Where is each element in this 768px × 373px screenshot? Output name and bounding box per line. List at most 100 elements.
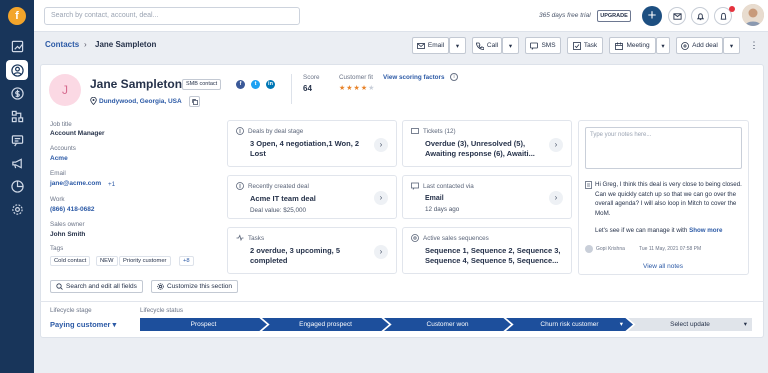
facebook-icon[interactable]: f — [236, 80, 245, 89]
work-phone-link[interactable]: (866) 418-0682 — [50, 206, 94, 213]
deals-icon — [236, 127, 244, 135]
sequence-icon — [411, 234, 419, 242]
sms-button[interactable]: SMS — [525, 37, 561, 54]
stage-churn-risk-customer[interactable]: Churn risk customer ▾ — [506, 318, 633, 331]
email-dropdown[interactable]: ▾ — [449, 37, 466, 54]
campaigns-icon[interactable] — [6, 153, 28, 173]
email-link[interactable]: jane@acme.com — [50, 180, 101, 187]
account-link[interactable]: Acme — [50, 155, 68, 162]
lifecycle-stage-value: Paying customer — [50, 320, 111, 329]
tag: NEW — [96, 256, 118, 266]
mail-icon[interactable] — [668, 7, 686, 25]
dashboard-icon[interactable] — [6, 36, 28, 56]
call-dropdown[interactable]: ▾ — [502, 37, 519, 54]
chevron-right-icon[interactable]: › — [549, 191, 563, 205]
email-button[interactable]: Email — [412, 37, 449, 54]
location-pin-icon — [90, 97, 97, 105]
phone-icon — [475, 42, 484, 50]
last-contacted-tile[interactable]: Last contacted via Email 12 days ago › — [402, 175, 572, 219]
conversations-icon[interactable] — [6, 130, 28, 150]
copy-icon[interactable] — [189, 96, 200, 107]
customize-section-button[interactable]: Customize this section — [151, 280, 239, 293]
tasks-tile[interactable]: Tasks 2 overdue, 3 upcoming, 5 completed… — [227, 227, 397, 274]
reports-icon[interactable] — [6, 176, 28, 196]
search-icon — [56, 283, 63, 290]
customer-fit-label: Customer fit — [339, 74, 373, 81]
sequences-tile[interactable]: Active sales sequences Sequence 1, Seque… — [402, 227, 572, 274]
tickets-tile[interactable]: Tickets (12) Overdue (3), Unresolved (5)… — [402, 120, 572, 167]
deal-icon — [681, 41, 690, 50]
breadcrumb-contacts-link[interactable]: Contacts — [45, 40, 79, 49]
add-deal-button[interactable]: Add deal — [676, 37, 723, 54]
chevron-right-icon[interactable]: › — [374, 138, 388, 152]
sequences-tile-label: Active sales sequences — [423, 235, 489, 242]
chevron-right-icon[interactable]: › — [549, 138, 563, 152]
meeting-button[interactable]: Meeting — [609, 37, 656, 54]
more-emails-link[interactable]: +1 — [108, 181, 115, 188]
ticket-icon — [411, 128, 419, 134]
stage-select-update[interactable]: Select update ▾ — [628, 318, 752, 331]
trial-text: 365 days free trial — [539, 12, 591, 19]
add-new-button[interactable]: + — [642, 6, 662, 26]
app-logo[interactable]: f — [8, 7, 26, 25]
contact-name: Jane Sampleton — [90, 77, 183, 91]
deals-tile-value: 3 Open, 4 negotiation,1 Won, 2 Lost — [250, 139, 360, 158]
chevron-right-icon[interactable]: › — [374, 245, 388, 259]
note-icon — [585, 181, 592, 189]
chevron-right-icon[interactable]: › — [374, 191, 388, 205]
view-all-notes-link[interactable]: View all notes — [643, 263, 683, 270]
accounts-label: Accounts — [50, 145, 76, 152]
chevron-down-icon: ▾ — [743, 321, 747, 328]
accounts-icon[interactable] — [6, 106, 28, 126]
sms-button-label: SMS — [541, 42, 556, 49]
sidebar: f — [0, 0, 34, 373]
user-avatar[interactable] — [742, 4, 764, 26]
linkedin-icon[interactable]: in — [266, 80, 275, 89]
message-icon — [411, 182, 419, 190]
job-title-value: Account Manager — [50, 130, 105, 137]
lifecycle-stage-label: Lifecycle stage — [50, 307, 92, 314]
sequences-tile-value: Sequence 1, Sequence 2, Sequence 3, Sequ… — [425, 246, 561, 265]
stage-engaged-prospect[interactable]: Engaged prospect — [262, 318, 389, 331]
work-phone-label: Work — [50, 196, 65, 203]
bell-icon[interactable] — [691, 7, 709, 25]
search-input[interactable]: Search by contact, account, deal... — [44, 7, 300, 25]
search-edit-fields-button[interactable]: Search and edit all fields — [50, 280, 143, 293]
last-contacted-tile-label: Last contacted via — [423, 183, 474, 190]
twitter-icon[interactable]: t — [251, 80, 260, 89]
call-button[interactable]: Call — [472, 37, 502, 54]
settings-icon[interactable] — [6, 199, 28, 219]
calendar-icon — [615, 42, 624, 50]
info-icon[interactable]: i — [450, 73, 458, 81]
more-tags-link[interactable]: +8 — [179, 256, 194, 266]
tasks-tile-label: Tasks — [248, 235, 265, 242]
deals-tile[interactable]: Deals by deal stage 3 Open, 4 negotiatio… — [227, 120, 397, 167]
task-button[interactable]: Task — [567, 37, 603, 54]
tag: Cold contact — [50, 256, 91, 266]
upgrade-button[interactable]: UPGRADE — [597, 10, 631, 22]
lifecycle-stage-select[interactable]: Paying customer ▾ — [50, 320, 116, 329]
stage-customer-won[interactable]: Customer won — [384, 318, 511, 331]
show-more-link[interactable]: Show more — [689, 227, 722, 234]
last-contacted-tile-sub: 12 days ago — [425, 206, 460, 213]
notification-dot — [729, 6, 735, 12]
contacts-icon[interactable] — [6, 60, 28, 80]
last-contacted-tile-value: Email — [425, 195, 444, 202]
contact-location[interactable]: Dundywood, Georgia, USA — [99, 98, 182, 105]
add-deal-dropdown[interactable]: ▾ — [723, 37, 740, 54]
lifecycle-status-label: Lifecycle status — [140, 307, 184, 314]
deals-icon[interactable] — [6, 83, 28, 103]
view-scoring-factors-link[interactable]: View scoring factors — [383, 74, 444, 81]
sms-icon — [530, 42, 539, 50]
search-edit-fields-label: Search and edit all fields — [66, 283, 137, 290]
note-text-line: Let's see if we can manage it with — [595, 227, 688, 234]
tasks-tile-value: 2 overdue, 3 upcoming, 5 completed — [250, 246, 341, 265]
stage-prospect[interactable]: Prospect — [140, 318, 267, 331]
meeting-dropdown[interactable]: ▾ — [656, 37, 670, 54]
tags-label: Tags — [50, 245, 64, 252]
notes-input[interactable]: Type your notes here... — [585, 127, 742, 169]
recent-deal-tile[interactable]: Recently created deal Acme IT team deal … — [227, 175, 397, 219]
tickets-tile-label: Tickets (12) — [423, 128, 456, 135]
more-options-icon[interactable]: ⋮ — [746, 37, 762, 54]
deals-icon — [236, 182, 244, 190]
